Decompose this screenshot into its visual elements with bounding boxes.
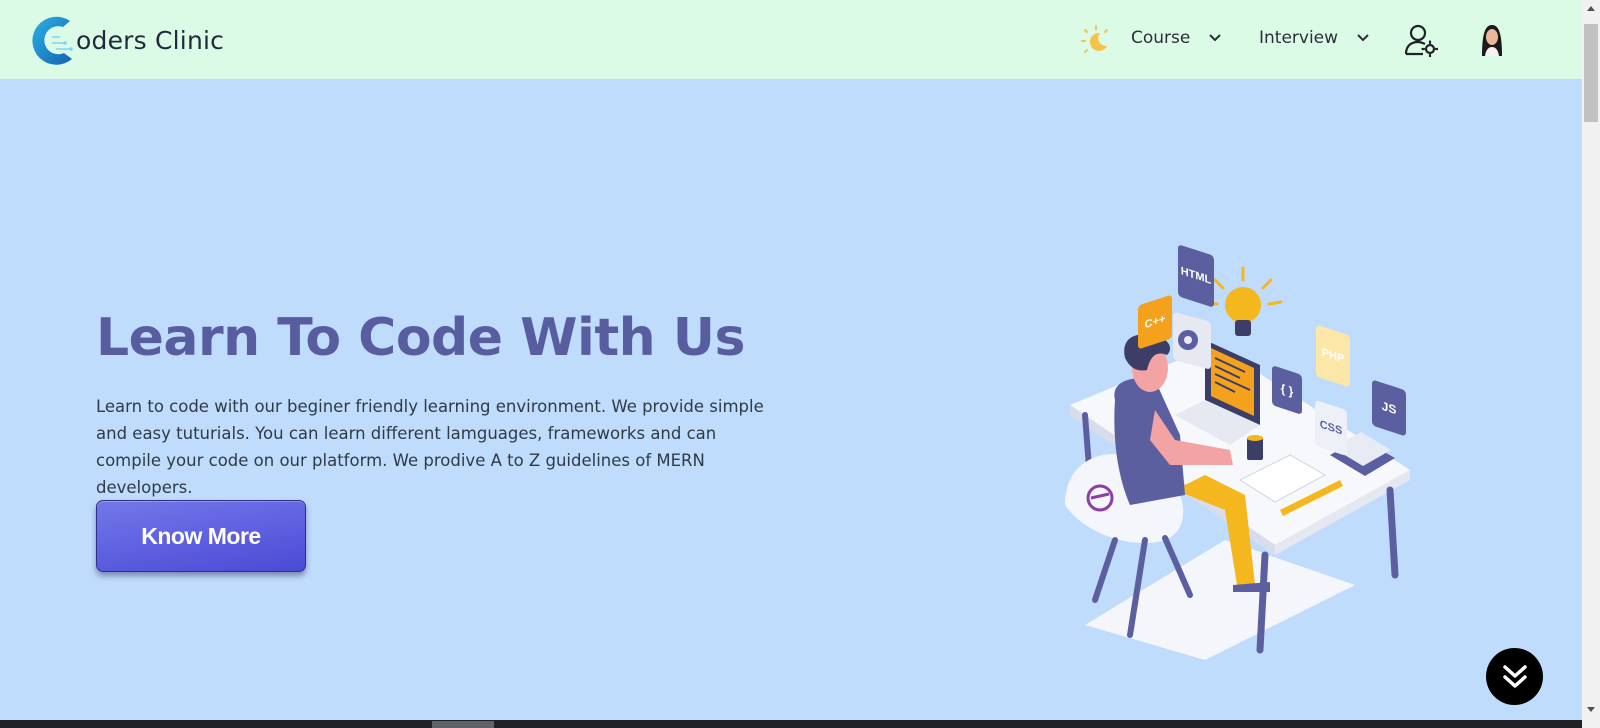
sun-moon-icon[interactable]: [1080, 24, 1112, 56]
profile-avatar[interactable]: [1476, 22, 1508, 56]
brand-logo[interactable]: oders Clinic: [30, 13, 224, 67]
nav-interview-dropdown[interactable]: Interview: [1259, 28, 1370, 48]
double-chevron-down-icon: [1502, 664, 1527, 688]
brand-name: oders Clinic: [76, 25, 225, 55]
scroll-down-button[interactable]: [1486, 648, 1543, 705]
nav-course-label: Course: [1131, 28, 1191, 48]
user-gear-icon[interactable]: [1404, 23, 1438, 57]
scrollbar-thumb[interactable]: [1584, 24, 1598, 122]
nav-interview-label: Interview: [1259, 28, 1339, 48]
navbar: oders Clinic Course Interview: [0, 0, 1582, 79]
hero-title: Learn To Code With Us: [96, 308, 745, 368]
lightbulb-icon: [1203, 266, 1283, 336]
logo-c-icon: [32, 16, 73, 65]
scroll-up-arrow-icon[interactable]: [1582, 0, 1600, 18]
chevron-down-icon: [1209, 34, 1222, 42]
hero-description: Learn to code with our beginer friendly …: [96, 397, 764, 497]
know-more-button[interactable]: Know More: [96, 500, 306, 572]
scroll-down-arrow-icon[interactable]: [1582, 700, 1600, 718]
developer-illustration: [1065, 266, 1410, 660]
badge-php: PHP: [1316, 324, 1350, 388]
chevron-down-icon: [1357, 34, 1369, 42]
horizontal-scrollbar[interactable]: [0, 720, 1582, 728]
nav-course-dropdown[interactable]: Course: [1131, 28, 1222, 48]
horizontal-scrollbar-thumb[interactable]: [432, 721, 494, 728]
page: oders Clinic Course Interview Learn To C…: [0, 0, 1600, 728]
